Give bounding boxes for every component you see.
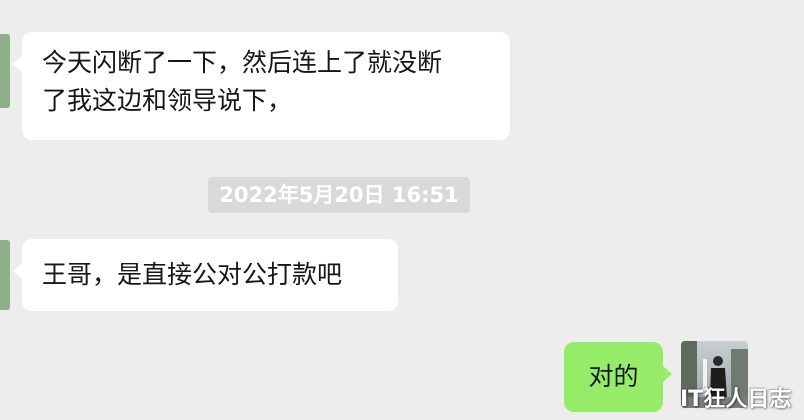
chat-timestamp: 2022年5月20日 16:51 <box>208 177 470 213</box>
message-text: 王哥，是直接公对公打款吧 <box>42 260 343 289</box>
sent-message-bubble[interactable]: 对的 <box>564 342 672 412</box>
received-message-bubble[interactable]: 今天闪断了一下，然后连上了就没断 了我这边和领导说下， <box>13 32 510 140</box>
sender-avatar[interactable] <box>0 34 10 108</box>
watermark-text: IT狂人日志 <box>680 387 792 412</box>
received-message-bubble[interactable]: 王哥，是直接公对公打款吧 <box>13 239 398 311</box>
message-text: 今天闪断了一下，然后连上了就没断 了我这边和领导说下， <box>42 48 443 115</box>
message-text: 对的 <box>588 362 639 391</box>
sender-avatar[interactable] <box>0 240 10 310</box>
